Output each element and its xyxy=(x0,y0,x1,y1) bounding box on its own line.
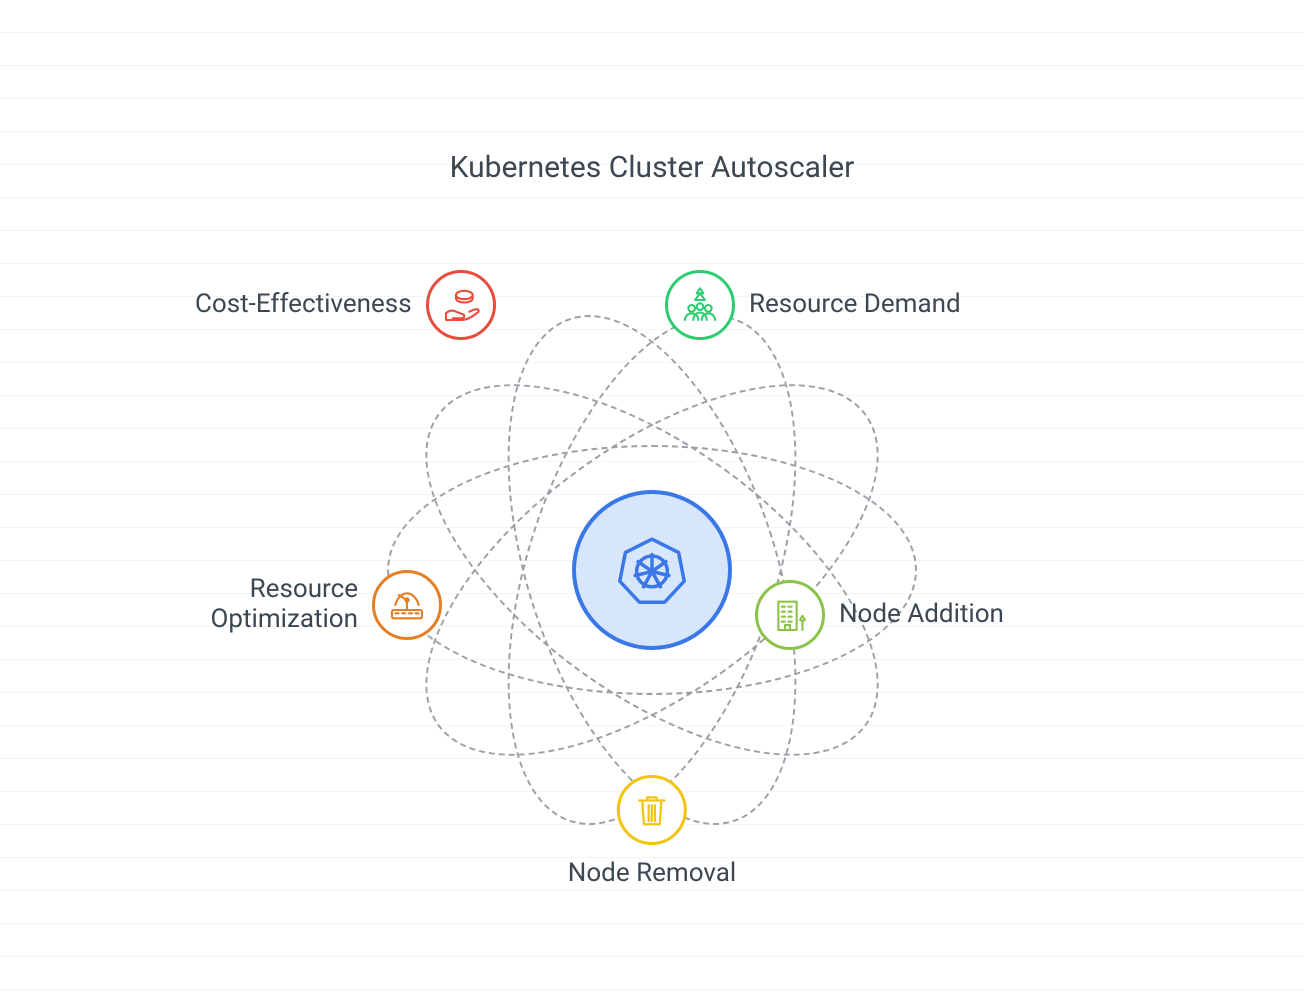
node-resource-demand: Resource Demand xyxy=(665,270,961,340)
node-label: Resource Demand xyxy=(749,290,961,320)
team-icon xyxy=(665,270,735,340)
diagram-stage: Cost-Effectiveness Resource Demand xyxy=(0,200,1304,940)
node-node-removal: Node Removal xyxy=(568,775,736,889)
node-resource-optimization: Resource Optimization xyxy=(128,570,442,640)
building-icon xyxy=(755,580,825,650)
node-label: Cost-Effectiveness xyxy=(195,290,412,320)
node-label: Resource Optimization xyxy=(128,575,358,635)
gauge-icon xyxy=(372,570,442,640)
hand-money-icon xyxy=(426,270,496,340)
node-label: Node Removal xyxy=(568,859,736,889)
kubernetes-icon xyxy=(602,520,702,620)
node-label: Node Addition xyxy=(839,600,1004,630)
node-cost-effectiveness: Cost-Effectiveness xyxy=(195,270,496,340)
trash-icon xyxy=(617,775,687,845)
diagram-title: Kubernetes Cluster Autoscaler xyxy=(0,150,1304,185)
center-node xyxy=(572,490,732,650)
node-node-addition: Node Addition xyxy=(755,580,1004,650)
